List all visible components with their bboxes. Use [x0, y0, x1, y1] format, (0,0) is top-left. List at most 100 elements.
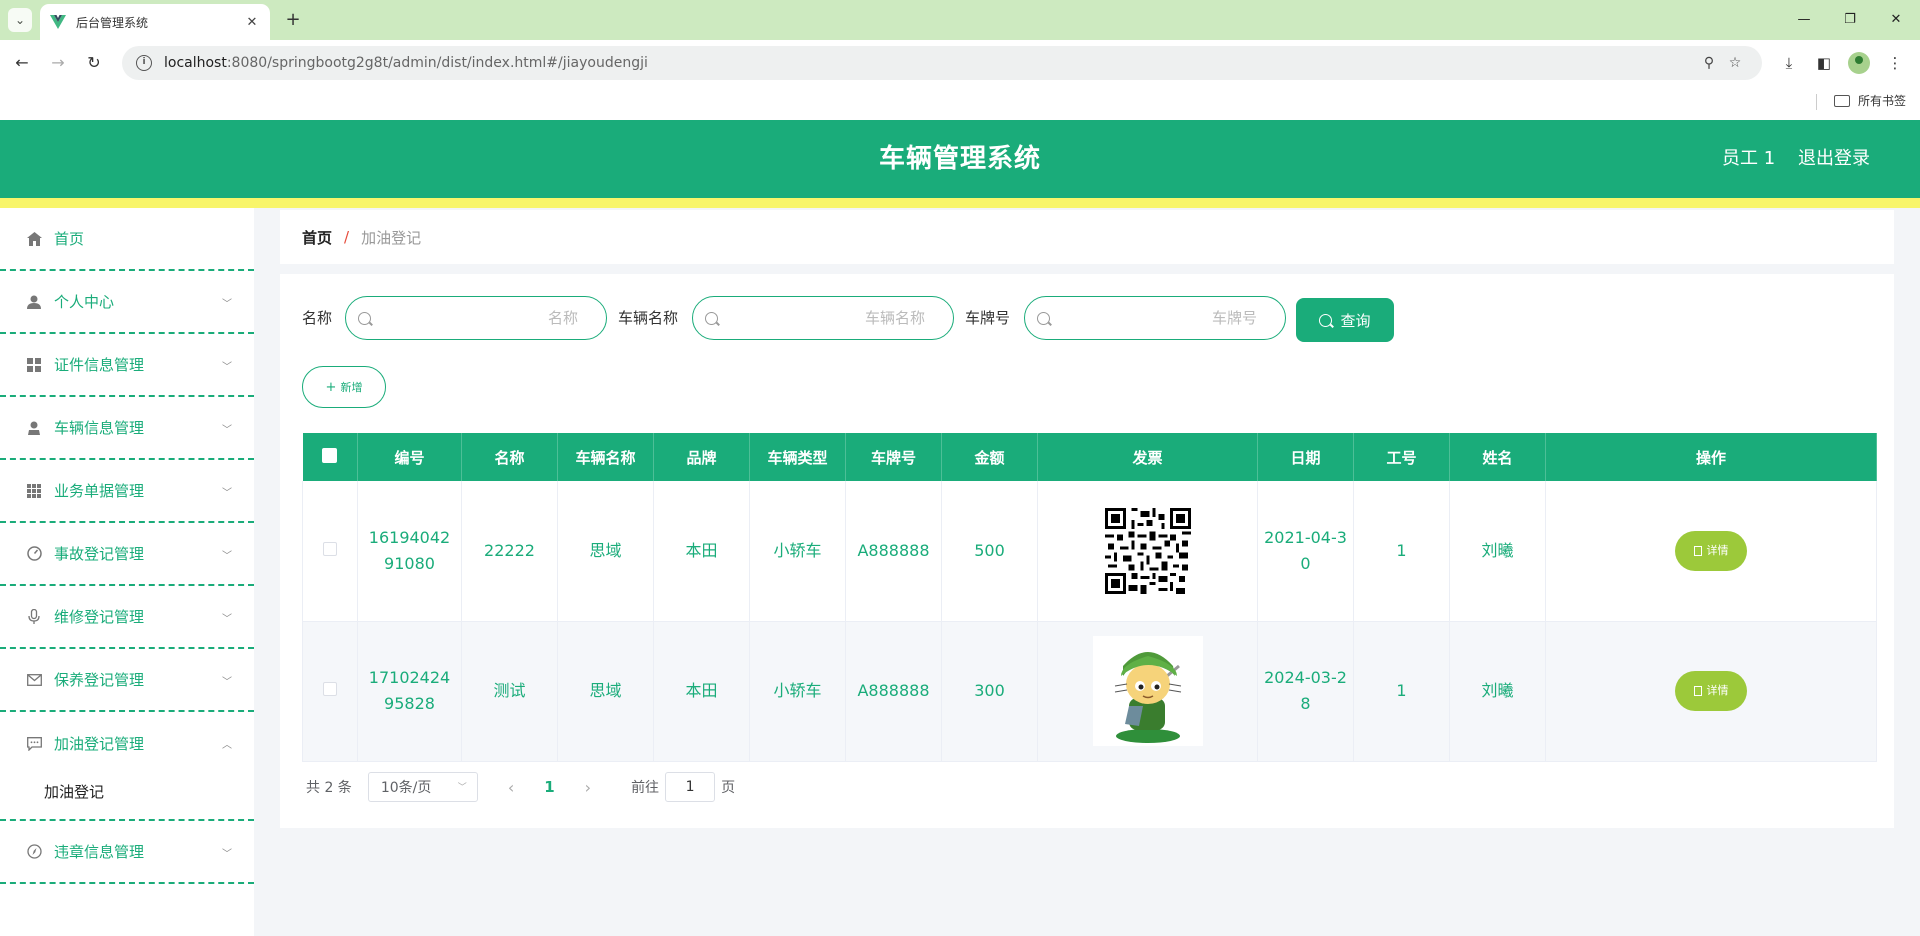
vehicle-search-label: 车辆名称 — [618, 309, 679, 327]
cell-action: 详情 — [1545, 621, 1877, 762]
name-search-field[interactable] — [345, 296, 607, 340]
chevron-down-icon: ﹀ — [222, 362, 232, 373]
chevron-down-icon: ﹀ — [222, 551, 232, 562]
new-tab-icon[interactable]: + — [282, 9, 304, 31]
logout-link[interactable]: 退出登录 — [1798, 120, 1870, 198]
vehicle-search-input[interactable] — [726, 309, 945, 327]
query-button-label: 查询 — [1340, 311, 1371, 330]
reload-icon[interactable]: ↻ — [82, 51, 106, 75]
breadcrumb: 首页 / 加油登记 — [280, 210, 1894, 264]
zoom-icon[interactable]: ⚲ — [1696, 55, 1722, 71]
breadcrumb-home[interactable]: 首页 — [302, 227, 332, 248]
sidebar-subitem-refuel-register[interactable]: 加油登记 — [0, 764, 254, 821]
search-icon — [358, 311, 371, 325]
plate-search-input[interactable] — [1058, 309, 1277, 327]
row-checkbox[interactable] — [323, 541, 337, 556]
app-title: 车辆管理系统 — [878, 144, 1041, 174]
sidebar-item-repair[interactable]: 维修登记管理 ﹀ — [0, 586, 254, 649]
tab-search-button[interactable]: ⌄ — [8, 8, 32, 32]
folder-icon — [1834, 94, 1850, 107]
site-info-icon[interactable]: i — [136, 55, 152, 71]
cell-amount: 300 — [941, 621, 1038, 762]
chevron-down-icon: ﹀ — [222, 299, 232, 310]
sidebar-item-vehicle[interactable]: 车辆信息管理 ﹀ — [0, 397, 254, 460]
cell-name: 测试 — [461, 621, 558, 762]
star-icon[interactable]: ☆ — [1722, 55, 1748, 71]
chevron-down-icon: ﹀ — [222, 677, 232, 688]
current-user: 员工 1 — [1722, 148, 1776, 169]
sidebar-item-violation[interactable]: 违章信息管理 ﹀ — [0, 821, 254, 884]
goto-page-input[interactable]: 1 — [665, 772, 716, 802]
gauge-icon — [26, 546, 42, 562]
qr-code-image[interactable] — [1104, 507, 1191, 594]
cell-invoice — [1037, 481, 1258, 622]
vehicle-search-field[interactable] — [692, 296, 954, 340]
browser-tab-bar: ⌄ 后台管理系统 ✕ + — ❐ ✕ — [0, 0, 1920, 40]
user-icon — [26, 294, 42, 310]
address-bar[interactable]: i localhost:8080/springbootg2g8t/admin/d… — [122, 46, 1762, 80]
pagination-total: 共 2 条 — [306, 780, 352, 796]
chevron-up-icon: ︿ — [222, 740, 232, 751]
back-arrow-icon[interactable]: ← — [10, 51, 34, 75]
row-checkbox[interactable] — [323, 682, 337, 696]
sidebar-item-maintenance[interactable]: 保养登记管理 ﹀ — [0, 649, 254, 712]
all-bookmarks-button[interactable]: 所有书签 — [1834, 92, 1906, 109]
chevron-down-icon: ﹀ — [222, 488, 232, 499]
page-number-current[interactable]: 1 — [544, 778, 554, 796]
table-header-row: 编号 名称 车辆名称 品牌 车辆类型 车牌号 金额 发票 日期 工号 姓名 操作 — [302, 433, 1877, 481]
cell-brand: 本田 — [653, 621, 750, 762]
cell-invoice — [1037, 621, 1258, 762]
plate-search-field[interactable] — [1024, 296, 1286, 340]
browser-tab[interactable]: 后台管理系统 ✕ — [40, 4, 270, 40]
tab-title: 后台管理系统 — [76, 15, 149, 30]
column-header: 名称 — [461, 433, 558, 481]
sidebar-item-business-docs[interactable]: 业务单据管理 ﹀ — [0, 460, 254, 523]
minimize-icon[interactable]: — — [1794, 10, 1814, 30]
prev-page-icon[interactable]: ‹ — [508, 778, 514, 797]
column-header: 车辆名称 — [557, 433, 654, 481]
cell-person: 刘曦 — [1449, 621, 1546, 762]
add-button[interactable]: + 新增 — [302, 366, 386, 408]
sidebar-item-certificate[interactable]: 证件信息管理 ﹀ — [0, 334, 254, 397]
profile-avatar-icon[interactable] — [1848, 52, 1870, 74]
column-header: 日期 — [1257, 433, 1354, 481]
detail-button[interactable]: 详情 — [1675, 671, 1747, 711]
chevron-down-icon: ﹀ — [457, 783, 467, 793]
content-card: 名称 车辆名称 车牌号 查询 + 新增 编号 名称 车辆名称 品牌 — [280, 274, 1894, 828]
cell-worker-no: 1 — [1353, 621, 1450, 762]
add-button-label: 新增 — [340, 381, 363, 394]
app-header: 车辆管理系统 员工 1 退出登录 — [0, 120, 1920, 198]
search-icon — [1037, 311, 1050, 325]
grid-icon — [26, 357, 42, 373]
compass-icon — [26, 844, 42, 860]
mail-icon — [26, 672, 42, 688]
column-header: 车辆类型 — [749, 433, 846, 481]
select-all-checkbox[interactable] — [322, 447, 338, 463]
document-icon — [1693, 545, 1702, 556]
more-menu-icon[interactable]: ⋮ — [1884, 52, 1906, 74]
cartoon-avatar-image[interactable] — [1092, 636, 1203, 746]
close-window-icon[interactable]: ✕ — [1886, 10, 1906, 30]
cell-vehicle: 思域 — [557, 481, 654, 622]
sidebar-item-accident[interactable]: 事故登记管理 ﹀ — [0, 523, 254, 586]
query-button[interactable]: 查询 — [1296, 298, 1394, 342]
restore-icon[interactable]: ❐ — [1840, 10, 1860, 30]
page-unit-label: 页 — [721, 780, 736, 796]
document-icon — [1693, 686, 1702, 696]
name-search-input[interactable] — [379, 309, 598, 327]
sidebar-item-personal-center[interactable]: 个人中心 ﹀ — [0, 271, 254, 334]
page-size-select[interactable]: 10条/页 ﹀ — [367, 772, 478, 802]
browser-toolbar: ← → ↻ i localhost:8080/springbootg2g8t/a… — [0, 40, 1920, 84]
column-header: 金额 — [941, 433, 1038, 481]
cell-date: 2024-03-28 — [1257, 621, 1354, 762]
cell-id: 1710242495828 — [357, 621, 462, 762]
download-icon[interactable]: ⤓ — [1778, 52, 1800, 74]
forward-arrow-icon[interactable]: → — [46, 51, 70, 75]
side-panel-icon[interactable]: ◧ — [1813, 52, 1835, 74]
detail-button[interactable]: 详情 — [1675, 530, 1747, 571]
chevron-down-icon: ⌄ — [14, 13, 26, 27]
next-page-icon[interactable]: › — [585, 778, 591, 797]
cell-person: 刘曦 — [1449, 481, 1546, 622]
sidebar-item-home[interactable]: 首页 — [0, 208, 254, 271]
close-tab-icon[interactable]: ✕ — [244, 15, 260, 30]
